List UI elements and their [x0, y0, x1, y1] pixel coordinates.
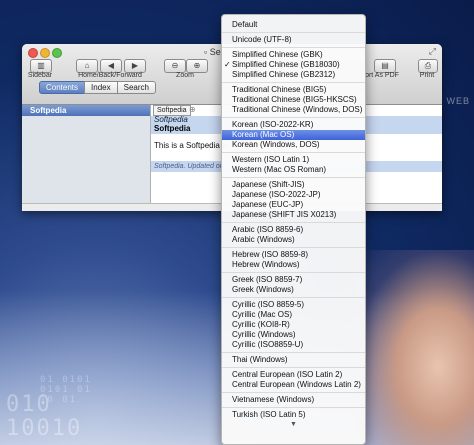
fullscreen-icon[interactable]: ⤢ [429, 46, 436, 57]
export-pdf-button[interactable]: ▤ [374, 59, 396, 73]
encoding-menu-item[interactable]: Japanese (EUC-JP) [222, 200, 365, 210]
back-arrow-icon: ◀ [107, 61, 115, 70]
encoding-menu-item[interactable]: Greek (Windows) [222, 285, 365, 295]
zoom-in-icon: ⊕ [193, 61, 201, 70]
checkmark-icon: ✓ [224, 60, 231, 69]
document-icon: ▫ [204, 47, 208, 57]
encoding-menu-item[interactable]: Western (ISO Latin 1) [222, 155, 365, 165]
nav-buttons-label: Home/Back/Forward [78, 72, 142, 79]
encoding-menu-item[interactable]: Japanese (Shift-JIS) [222, 180, 365, 190]
window-title: ▫ Se [204, 47, 221, 57]
tab-index[interactable]: Index [84, 81, 118, 94]
sidebar-tabs: Contents Index Search [39, 81, 156, 94]
encoding-menu-item[interactable]: Default [222, 20, 365, 30]
encoding-menu-item[interactable]: Hebrew (Windows) [222, 260, 365, 270]
encoding-menu-item[interactable]: Turkish (ISO Latin 5) [222, 410, 365, 420]
sidebar-icon: ▥ [37, 61, 45, 70]
text-encoding-menu: Default Unicode (UTF-8) Simplified Chinese… [221, 14, 366, 445]
export-pdf-label: ort As PDF [365, 72, 399, 79]
zoom-in-button[interactable]: ⊕ [186, 59, 208, 73]
tab-contents[interactable]: Contents [39, 81, 86, 94]
back-button[interactable]: ◀ [100, 59, 122, 73]
encoding-menu-item[interactable]: Korean (Mac OS) [222, 130, 365, 140]
encoding-menu-item[interactable]: Unicode (UTF-8) [222, 35, 365, 45]
encoding-menu-item[interactable]: Cyrillic (ISO 8859-5) [222, 300, 365, 310]
encoding-menu-item[interactable]: ✓ Simplified Chinese (GB18030) [222, 60, 365, 70]
encoding-menu-item[interactable]: Arabic (Windows) [222, 235, 365, 245]
menu-separator [222, 352, 365, 353]
menu-separator [222, 247, 365, 248]
menu-separator [222, 32, 365, 33]
encoding-menu-item[interactable]: Western (Mac OS Roman) [222, 165, 365, 175]
encoding-menu-item[interactable]: Arabic (ISO 8859-6) [222, 225, 365, 235]
wallpaper-word: WEB [446, 96, 470, 106]
encoding-menu-item[interactable]: Vietnamese (Windows) [222, 395, 365, 405]
encoding-menu-item[interactable]: Traditional Chinese (Windows, DOS) [222, 105, 365, 115]
encoding-menu-item[interactable]: Simplified Chinese (GB2312) [222, 70, 365, 80]
menu-separator [222, 82, 365, 83]
encoding-menu-item[interactable]: Cyrillic (Mac OS) [222, 310, 365, 320]
scroll-down-arrow-icon[interactable]: ▼ [222, 421, 365, 428]
encoding-menu-item[interactable]: Central European (Windows Latin 2) [222, 380, 365, 390]
encoding-menu-item[interactable]: Simplified Chinese (GBK) [222, 50, 365, 60]
menu-separator [222, 367, 365, 368]
encoding-menu-item[interactable]: Central European (ISO Latin 2) [222, 370, 365, 380]
menu-separator [222, 47, 365, 48]
forward-button[interactable]: ▶ [124, 59, 146, 73]
pdf-icon: ▤ [381, 61, 389, 70]
zoom-out-button[interactable]: ⊖ [164, 59, 186, 73]
encoding-menu-item[interactable]: Thai (Windows) [222, 355, 365, 365]
print-button[interactable]: ⎙ [418, 59, 438, 73]
menu-separator [222, 222, 365, 223]
menu-separator [222, 272, 365, 273]
encoding-menu-item[interactable]: Cyrillic (ISO8859-U) [222, 340, 365, 350]
sidebar-button-label: Sidebar [27, 72, 53, 79]
encoding-menu-item[interactable]: Hebrew (ISO 8859-8) [222, 250, 365, 260]
document-body-text: This is a Softpedia te [154, 141, 229, 150]
menu-separator [222, 392, 365, 393]
forward-arrow-icon: ▶ [131, 61, 139, 70]
home-button[interactable]: ⌂ [76, 59, 98, 73]
printer-icon: ⎙ [424, 61, 432, 70]
menu-separator [222, 177, 365, 178]
encoding-menu-item[interactable]: Japanese (SHIFT JIS X0213) [222, 210, 365, 220]
wallpaper-figure [354, 250, 474, 445]
tab-search[interactable]: Search [116, 81, 156, 94]
encoding-menu-item[interactable]: Traditional Chinese (BIG5) [222, 85, 365, 95]
wallpaper-digits-small: 01 0101 0101 01 10 01 [40, 375, 92, 405]
minimize-button[interactable] [40, 48, 50, 58]
encoding-menu-item[interactable]: Traditional Chinese (BIG5-HKSCS) [222, 95, 365, 105]
sidebar: Softpedia [22, 105, 151, 211]
encoding-menu-item[interactable]: Korean (Windows, DOS) [222, 140, 365, 150]
zoom-out-icon: ⊖ [171, 61, 179, 70]
sidebar-toggle-button[interactable]: ▥ [30, 59, 52, 73]
print-label: Print [419, 72, 435, 79]
menu-separator [222, 152, 365, 153]
menu-separator [222, 297, 365, 298]
sidebar-item-softpedia[interactable]: Softpedia [22, 105, 150, 116]
encoding-menu-item[interactable]: Cyrillic (KOI8-R) [222, 320, 365, 330]
zoom-window-button[interactable] [52, 48, 62, 58]
menu-separator [222, 407, 365, 408]
close-button[interactable] [28, 48, 38, 58]
menu-separator [222, 117, 365, 118]
encoding-menu-item[interactable]: Cyrillic (Windows) [222, 330, 365, 340]
encoding-menu-item[interactable]: Japanese (ISO-2022-JP) [222, 190, 365, 200]
home-icon: ⌂ [84, 61, 90, 70]
encoding-menu-item[interactable]: Greek (ISO 8859-7) [222, 275, 365, 285]
zoom-label: Zoom [176, 72, 194, 79]
add-tab-icon[interactable]: ⊕ [189, 105, 196, 114]
encoding-menu-item[interactable]: Korean (ISO-2022-KR) [222, 120, 365, 130]
